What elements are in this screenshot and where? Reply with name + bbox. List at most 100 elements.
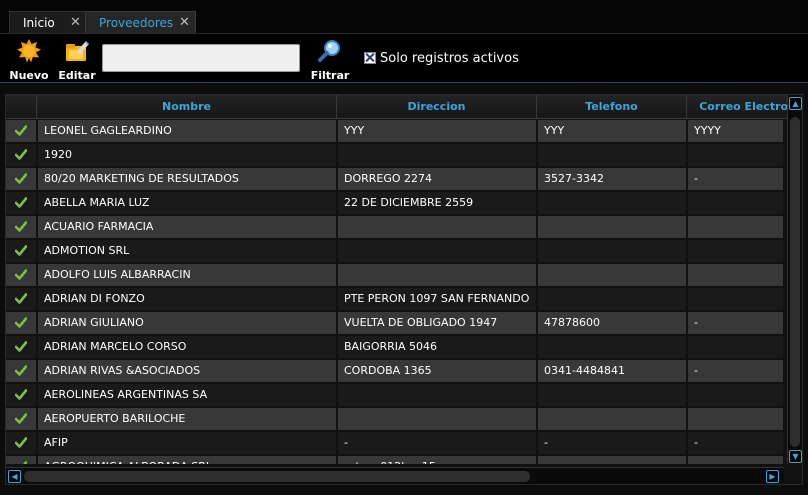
tab-proveedores[interactable]: Proveedores ✕: [85, 11, 196, 33]
cell-direccion[interactable]: [338, 408, 536, 430]
horizontal-scroll-thumb[interactable]: [24, 471, 530, 482]
filtrar-button[interactable]: Filtrar: [308, 38, 352, 82]
cell-nombre[interactable]: AEROLINEAS ARGENTINAS SA: [38, 384, 336, 406]
scroll-left-icon[interactable]: ◀: [8, 470, 21, 483]
search-input[interactable]: [102, 44, 300, 72]
table-row[interactable]: 80/20 MARKETING DE RESULTADOS DORREGO 227…: [6, 167, 783, 191]
cell-nombre[interactable]: ACUARIO FARMACIA: [38, 216, 336, 238]
check-icon: [15, 197, 27, 208]
vertical-scrollbar[interactable]: ▲ ▼: [787, 95, 802, 464]
cell-direccion[interactable]: VUELTA DE OBLIGADO 1947: [338, 312, 536, 334]
table-row[interactable]: 1920: [6, 143, 783, 167]
cell-telefono[interactable]: [538, 384, 686, 406]
cell-telefono[interactable]: [538, 192, 686, 214]
cell-telefono[interactable]: [538, 144, 686, 166]
cell-correo[interactable]: [688, 216, 783, 238]
cell-nombre[interactable]: ADRIAN DI FONZO: [38, 288, 336, 310]
check-icon: [15, 221, 27, 232]
cell-direccion[interactable]: [338, 144, 536, 166]
nuevo-button[interactable]: Nuevo: [7, 38, 51, 82]
cell-telefono[interactable]: [538, 456, 686, 464]
cell-telefono[interactable]: YYY: [538, 120, 686, 142]
cell-direccion[interactable]: [338, 384, 536, 406]
cell-telefono[interactable]: [538, 216, 686, 238]
checkbox[interactable]: [364, 51, 376, 64]
close-icon[interactable]: ✕: [179, 12, 190, 34]
cell-nombre[interactable]: ADRIAN GIULIANO: [38, 312, 336, 334]
table-row[interactable]: ADOLFO LUIS ALBARRACIN: [6, 263, 783, 287]
cell-direccion[interactable]: CORDOBA 1365: [338, 360, 536, 382]
column-header-nombre[interactable]: Nombre: [37, 95, 337, 119]
cell-correo[interactable]: [688, 192, 783, 214]
vertical-scroll-thumb[interactable]: [790, 117, 800, 447]
column-header-status[interactable]: [6, 95, 37, 119]
cell-direccion[interactable]: YYY: [338, 120, 536, 142]
table-row[interactable]: ADRIAN GIULIANO VUELTA DE OBLIGADO 1947 47…: [6, 311, 783, 335]
column-header-telefono[interactable]: Telefono: [537, 95, 687, 119]
cell-nombre[interactable]: ADMOTION SRL: [38, 240, 336, 262]
cell-telefono[interactable]: 3527-3342: [538, 168, 686, 190]
cell-correo[interactable]: [688, 288, 783, 310]
cell-direccion[interactable]: -: [338, 432, 536, 454]
cell-correo[interactable]: [688, 144, 783, 166]
cell-correo[interactable]: -: [688, 432, 783, 454]
cell-nombre[interactable]: ABELLA MARIA LUZ: [38, 192, 336, 214]
cell-direccion[interactable]: 22 DE DICIEMBRE 2559: [338, 192, 536, 214]
column-header-correo[interactable]: Correo Electronico: [687, 95, 802, 119]
table-row[interactable]: ADRIAN RIVAS &ASOCIADOS CORDOBA 1365 0341-…: [6, 359, 783, 383]
scroll-down-icon[interactable]: ▼: [789, 450, 802, 463]
cell-telefono[interactable]: [538, 336, 686, 358]
table-row[interactable]: ABELLA MARIA LUZ 22 DE DICIEMBRE 2559: [6, 191, 783, 215]
cell-telefono[interactable]: 47878600: [538, 312, 686, 334]
cell-telefono[interactable]: [538, 408, 686, 430]
cell-correo[interactable]: [688, 408, 783, 430]
cell-correo[interactable]: [688, 456, 783, 464]
active-records-toggle[interactable]: Solo registros activos: [364, 51, 519, 66]
table-row[interactable]: AGROQUIMICA ALBORADA SRLruta a 012km 15: [6, 455, 783, 464]
cell-nombre[interactable]: AEROPUERTO BARILOCHE: [38, 408, 336, 430]
table-row[interactable]: AFIP - - -: [6, 431, 783, 455]
table-row[interactable]: ADRIAN MARCELO CORSO BAIGORRIA 5046: [6, 335, 783, 359]
cell-correo[interactable]: [688, 336, 783, 358]
cell-direccion[interactable]: DORREGO 2274: [338, 168, 536, 190]
cell-nombre[interactable]: 80/20 MARKETING DE RESULTADOS: [38, 168, 336, 190]
cell-telefono[interactable]: [538, 264, 686, 286]
tab-inicio[interactable]: Inicio ✕: [9, 11, 87, 33]
cell-direccion[interactable]: ruta a 012km 15: [338, 456, 536, 464]
cell-correo[interactable]: -: [688, 312, 783, 334]
cell-correo[interactable]: [688, 384, 783, 406]
table-row[interactable]: ACUARIO FARMACIA: [6, 215, 783, 239]
cell-correo[interactable]: -: [688, 360, 783, 382]
column-header-direccion[interactable]: Direccion: [337, 95, 537, 119]
cell-correo[interactable]: YYYY: [688, 120, 783, 142]
cell-direccion[interactable]: BAIGORRIA 5046: [338, 336, 536, 358]
table-row[interactable]: ADRIAN DI FONZO PTE PERON 1097 SAN FERNAN…: [6, 287, 783, 311]
close-icon[interactable]: ✕: [70, 12, 81, 34]
cell-correo[interactable]: -: [688, 168, 783, 190]
cell-nombre[interactable]: 1920: [38, 144, 336, 166]
cell-telefono[interactable]: [538, 288, 686, 310]
cell-nombre[interactable]: AFIP: [38, 432, 336, 454]
cell-correo[interactable]: [688, 264, 783, 286]
table-row[interactable]: ADMOTION SRL: [6, 239, 783, 263]
cell-nombre[interactable]: ADOLFO LUIS ALBARRACIN: [38, 264, 336, 286]
cell-telefono[interactable]: 0341-4484841: [538, 360, 686, 382]
table-row[interactable]: LEONEL GAGLEARDINO YYY YYY YYYY: [6, 119, 783, 143]
cell-direccion[interactable]: [338, 264, 536, 286]
table-row[interactable]: AEROPUERTO BARILOCHE: [6, 407, 783, 431]
cell-direccion[interactable]: [338, 240, 536, 262]
cell-correo[interactable]: [688, 240, 783, 262]
cell-direccion[interactable]: PTE PERON 1097 SAN FERNANDO: [338, 288, 536, 310]
cell-telefono[interactable]: [538, 240, 686, 262]
horizontal-scrollbar[interactable]: ◀ ▶: [6, 467, 784, 484]
cell-nombre[interactable]: LEONEL GAGLEARDINO: [38, 120, 336, 142]
editar-button[interactable]: Editar: [55, 38, 99, 82]
cell-nombre[interactable]: ADRIAN RIVAS &ASOCIADOS: [38, 360, 336, 382]
cell-nombre[interactable]: ADRIAN MARCELO CORSO: [38, 336, 336, 358]
table-row[interactable]: AEROLINEAS ARGENTINAS SA: [6, 383, 783, 407]
cell-nombre[interactable]: AGROQUIMICA ALBORADA SRL: [38, 456, 336, 464]
scroll-up-icon[interactable]: ▲: [789, 97, 802, 110]
cell-direccion[interactable]: [338, 216, 536, 238]
cell-telefono[interactable]: -: [538, 432, 686, 454]
scroll-right-icon[interactable]: ▶: [766, 470, 779, 483]
